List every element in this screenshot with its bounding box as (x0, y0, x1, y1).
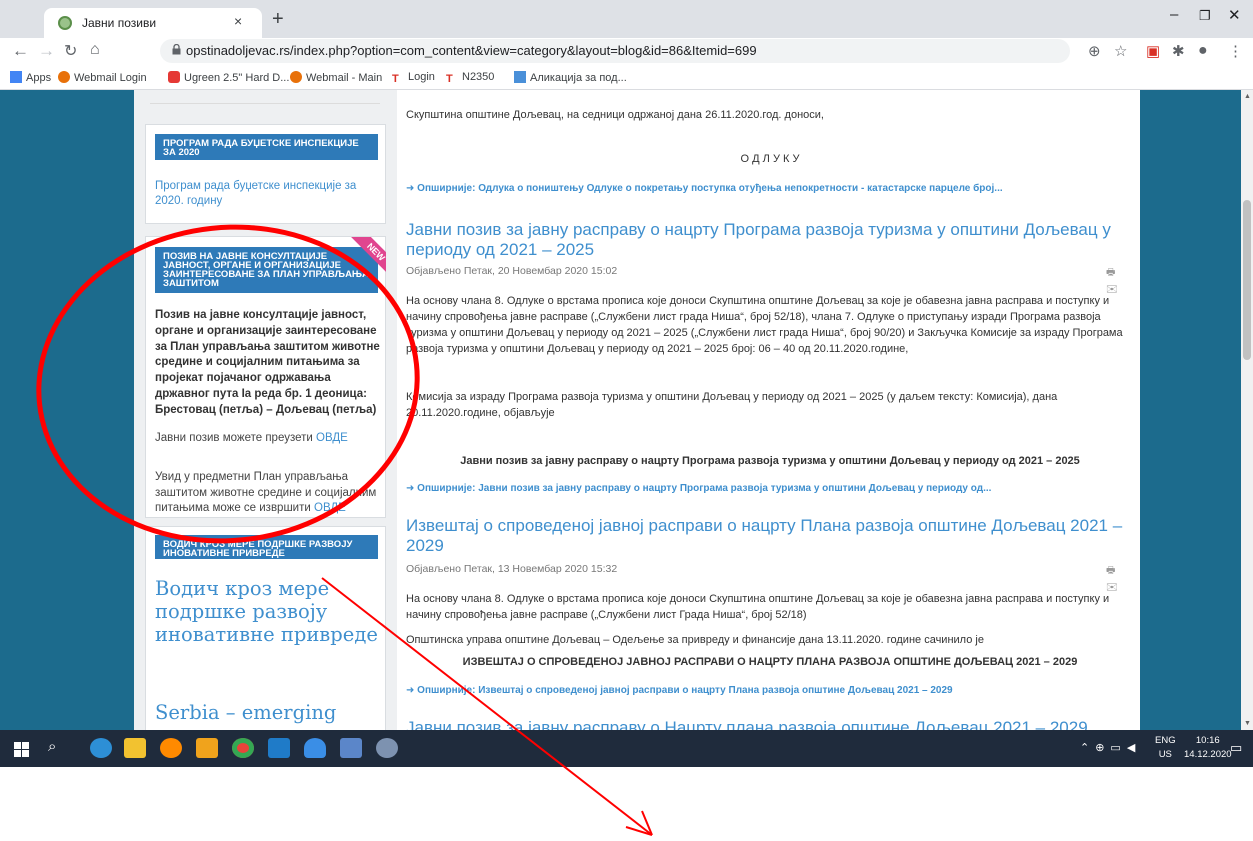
budget-inspection-link[interactable]: Програм рада буџетске инспекције за 2020… (155, 179, 378, 209)
divider (150, 103, 380, 104)
t-icon: T (446, 73, 453, 85)
browser-tab[interactable]: Јавни позиви × (44, 8, 262, 38)
bookmark-star-icon[interactable]: ☆ (1114, 42, 1127, 60)
print-icon[interactable]: 🖶 (1106, 565, 1119, 576)
home-icon[interactable]: ⌂ (90, 41, 100, 59)
extensions-icon[interactable]: ✱ (1172, 42, 1185, 60)
vertical-scrollbar[interactable]: ▲ ▼ (1241, 90, 1253, 730)
cpanel-icon (290, 71, 302, 83)
screenshot: Јавни позиви × + – ❐ ✕ ← → ↻ ⌂ opstinado… (0, 0, 1253, 767)
scroll-up-icon[interactable]: ▲ (1244, 93, 1251, 100)
lock-icon (172, 44, 181, 55)
arrow-right-icon: ➜ (406, 183, 418, 194)
bookmark-app[interactable]: Аликација за под... (514, 71, 627, 84)
read-more-link[interactable]: ➜ Опширније: Извештај о спроведеној јавн… (406, 685, 953, 696)
module-budget-inspection: ПРОГРАМ РАДА БУЏЕТСКЕ ИНСПЕКЦИЈЕ ЗА 2020… (145, 124, 386, 224)
minimize-icon[interactable]: – (1170, 6, 1178, 23)
innovation-guide-link[interactable]: Водич кроз мере подршке развоју иноватив… (155, 577, 380, 646)
article-title[interactable]: Јавни позив за јавну расправу о Нацрту п… (406, 718, 1134, 730)
tab-close-icon[interactable]: × (234, 13, 242, 29)
bookmark-webmail-main[interactable]: Webmail - Main (290, 71, 382, 84)
article-heading: ИЗВЕШТАЈ О СПРОВЕДЕНОЈ ЈАВНОЈ РАСПРАВИ О… (462, 656, 1078, 668)
menu-icon[interactable]: ⋮ (1228, 42, 1243, 60)
bookmark-n2350[interactable]: T N2350 (446, 71, 494, 85)
clock[interactable]: 10:16 14.12.2020 (1184, 734, 1232, 762)
scroll-down-icon[interactable]: ▼ (1244, 720, 1251, 727)
article-paragraph: На основу члана 8. Одлуке о врстама проп… (406, 593, 1110, 621)
ugreen-icon (168, 71, 180, 83)
back-icon[interactable]: ← (12, 41, 29, 61)
document-icon (514, 71, 526, 83)
windows-start-icon[interactable] (12, 740, 34, 760)
article-paragraph: Комисија за израду Програма развоја тури… (406, 391, 1058, 419)
scroll-thumb[interactable] (1243, 200, 1251, 360)
app-icon[interactable] (304, 738, 326, 758)
bookmark-webmail-login[interactable]: Webmail Login (58, 71, 147, 84)
firefox-icon[interactable] (160, 738, 182, 758)
arrow-right-icon: ➜ (406, 483, 418, 494)
app-icon[interactable] (376, 738, 398, 758)
close-window-icon[interactable]: ✕ (1228, 6, 1241, 24)
app-icon[interactable] (340, 738, 362, 758)
bookmark-login[interactable]: T Login (392, 71, 435, 85)
print-icon[interactable]: 🖶 (1106, 267, 1119, 278)
edge-icon[interactable] (90, 738, 112, 758)
bookmark-ugreen[interactable]: Ugreen 2.5" Hard D... (168, 71, 289, 84)
article-meta: Објављено Петак, 20 Новембар 2020 15:02 (406, 265, 618, 277)
profile-icon[interactable]: ● (1198, 42, 1208, 60)
bookmarks-bar: Apps Webmail Login Ugreen 2.5" Hard D...… (0, 66, 1253, 90)
article-title[interactable]: Извештај о спроведеној јавној расправи о… (406, 516, 1134, 556)
intro-line: Скупштина општине Дољевац, на седници од… (406, 109, 824, 121)
notification-icon[interactable]: ▭ (1230, 740, 1242, 756)
browser-toolbar: ← → ↻ ⌂ opstinadoljevac.rs/index.php?opt… (0, 38, 1253, 66)
module-innovation-guide: ВОДИЧ КРОЗ МЕРЕ ПОДРШКЕ РАЗВОЈУ ИНОВАТИВ… (145, 526, 386, 730)
app-icon[interactable] (268, 738, 290, 758)
address-bar[interactable]: opstinadoljevac.rs/index.php?option=com_… (160, 39, 1070, 63)
tab-title: Јавни позиви (82, 16, 157, 30)
new-tab-button[interactable]: + (272, 9, 284, 29)
read-more-link[interactable]: ➜ Опширније: Одлука о поништењу Одлуке о… (406, 183, 1003, 194)
article-heading: Јавни позив за јавну расправу о нацрту П… (460, 455, 1080, 467)
chrome-icon[interactable] (232, 738, 254, 758)
serbia-emerging-link[interactable]: Serbia – emerging (155, 701, 380, 724)
outlook-icon[interactable] (196, 738, 218, 758)
reload-icon[interactable]: ↻ (64, 41, 77, 61)
article-paragraph: Општинска управа општине Дољевац – Одеље… (406, 634, 984, 646)
site-favicon-icon (58, 16, 72, 30)
pdf-extension-icon[interactable]: ▣ (1146, 42, 1160, 60)
module-heading: ПРОГРАМ РАДА БУЏЕТСКЕ ИНСПЕКЦИЈЕ ЗА 2020 (155, 134, 378, 160)
tab-strip: Јавни позиви × + – ❐ ✕ (0, 0, 1253, 38)
zoom-icon[interactable]: ⊕ (1088, 42, 1101, 60)
tray-icons[interactable]: ⌃⊕▭◀ (1080, 741, 1141, 754)
article-paragraph: На основу члана 8. Одлуке о врстама проп… (406, 295, 1123, 355)
restore-icon[interactable]: ❐ (1199, 8, 1211, 24)
file-explorer-icon[interactable] (124, 738, 146, 758)
article-title[interactable]: Јавни позив за јавну расправу о нацрту П… (406, 220, 1134, 260)
search-icon[interactable]: ⌕ (48, 738, 70, 758)
forward-icon[interactable]: → (38, 41, 55, 61)
odluka-heading: О Д Л У К У (740, 153, 800, 165)
cpanel-icon (58, 71, 70, 83)
arrow-right-icon: ➜ (406, 685, 418, 696)
article-meta: Објављено Петак, 13 Новембар 2020 15:32 (406, 563, 618, 575)
apps-grid-icon (10, 71, 22, 83)
read-more-link[interactable]: ➜ Опширније: Јавни позив за јавну распра… (406, 483, 991, 494)
t-icon: T (392, 73, 399, 85)
bookmark-apps[interactable]: Apps (10, 71, 51, 84)
windows-taskbar: ⌕ ⌃⊕▭◀ ENG US 10:16 14.12.2020 ▭ (0, 730, 1253, 767)
input-language[interactable]: ENG US (1155, 734, 1176, 762)
url-text: opstinadoljevac.rs/index.php?option=com_… (186, 43, 757, 58)
